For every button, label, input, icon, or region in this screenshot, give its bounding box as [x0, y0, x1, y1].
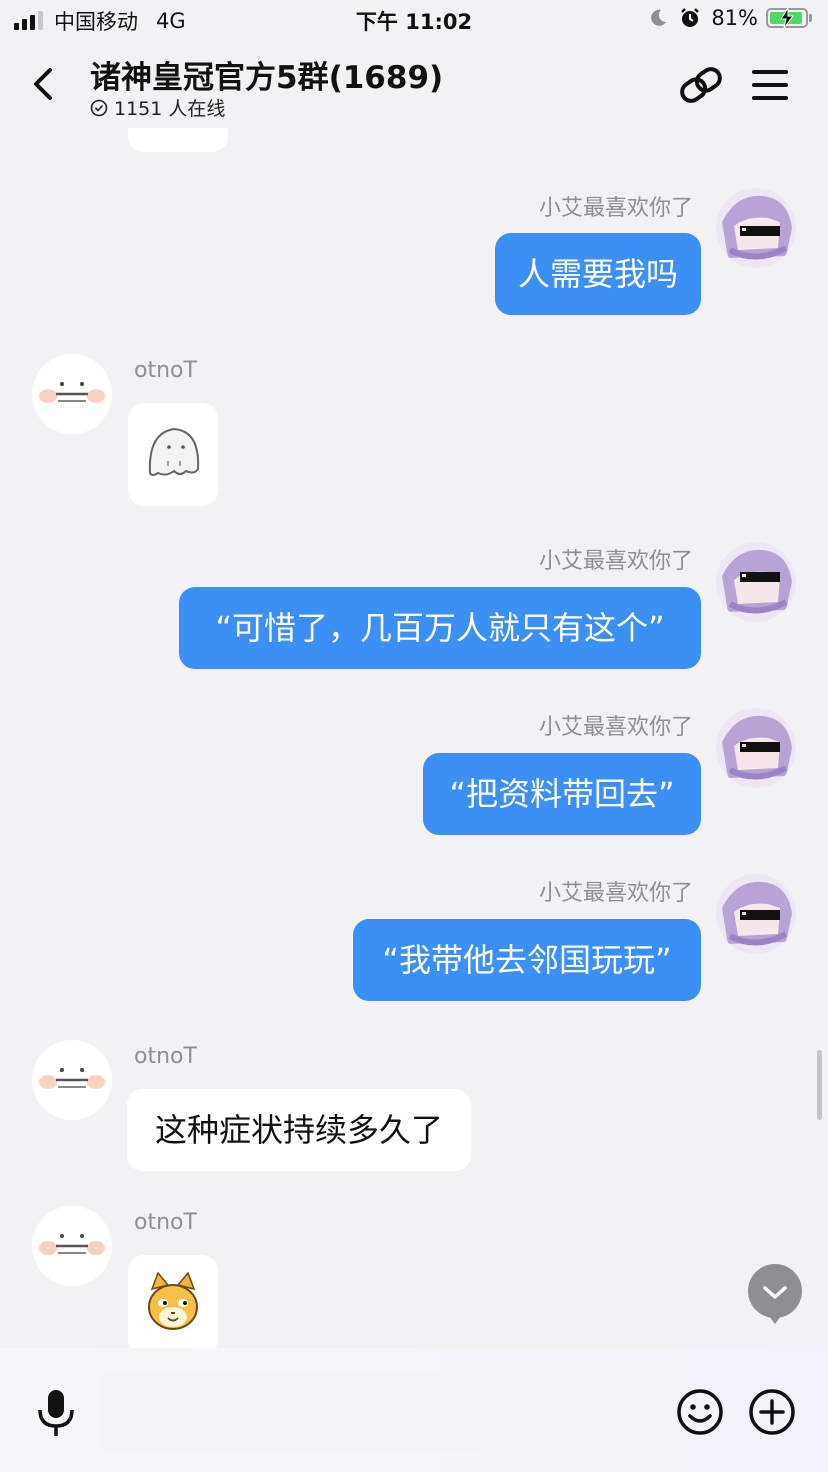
message-bubble[interactable]: “可惜了，几百万人就只有这个” [179, 587, 701, 669]
battery-cap [809, 14, 812, 22]
ghost-sticker-icon [148, 427, 200, 476]
avatar[interactable] [716, 542, 796, 622]
status-right: 81% [647, 6, 812, 30]
chat-header: 诸神皇冠官方5群(1689) 1151 人在线 [0, 44, 828, 128]
partial-sticker-card[interactable] [128, 128, 228, 152]
anime-avatar-icon [716, 874, 796, 954]
back-icon[interactable] [26, 62, 60, 106]
scroll-to-bottom-button[interactable] [748, 1264, 802, 1324]
cute-face-avatar-icon [32, 354, 112, 434]
sticker-card[interactable] [128, 1255, 218, 1348]
message-bubble[interactable]: “把资料带回去” [423, 753, 701, 835]
sender-name: otnoT [134, 358, 197, 383]
moon-icon [651, 9, 667, 26]
microphone-icon[interactable] [34, 1388, 78, 1438]
scrollbar-thumb[interactable] [817, 1050, 822, 1120]
cat-face-sticker-icon [148, 1271, 198, 1330]
sender-name: 小艾最喜欢你了 [538, 549, 693, 574]
online-status: 1151 人在线 [90, 94, 225, 121]
check-circle-icon [90, 99, 108, 116]
message-list[interactable]: 小艾最喜欢你了 人需要我吗 otnoT 小艾最喜欢你了 “可惜了，几百万人就只有… [0, 128, 828, 1348]
cute-face-avatar-icon [32, 1040, 112, 1120]
sender-name: otnoT [134, 1210, 197, 1235]
menu-icon[interactable] [750, 68, 790, 102]
anime-avatar-icon [716, 542, 796, 622]
message-bubble[interactable]: 这种症状持续多久了 [127, 1089, 471, 1171]
message-bubble[interactable]: 人需要我吗 [495, 233, 701, 315]
anime-avatar-icon [716, 188, 796, 268]
battery-percent: 81% [711, 6, 758, 30]
alarm-icon [681, 8, 700, 27]
avatar[interactable] [716, 188, 796, 268]
avatar[interactable] [716, 874, 796, 954]
chat-title: 诸神皇冠官方5群(1689) [90, 60, 444, 96]
avatar[interactable] [32, 1040, 112, 1120]
cute-face-avatar-icon [32, 1206, 112, 1286]
message-input[interactable] [100, 1370, 656, 1452]
avatar[interactable] [716, 708, 796, 788]
avatar[interactable] [32, 354, 112, 434]
link-icon[interactable] [676, 62, 726, 108]
emoji-icon[interactable] [676, 1388, 724, 1436]
sender-name: 小艾最喜欢你了 [538, 196, 693, 221]
battery-icon [766, 8, 808, 28]
message-bubble[interactable]: “我带他去邻国玩玩” [353, 919, 701, 1001]
sender-name: otnoT [134, 1044, 197, 1069]
plus-icon[interactable] [748, 1388, 796, 1436]
input-bar [0, 1348, 828, 1472]
anime-avatar-icon [716, 708, 796, 788]
avatar[interactable] [32, 1206, 112, 1286]
status-bar: 中国移动 4G 下午 11:02 81% [0, 0, 828, 44]
sticker-card[interactable] [128, 403, 218, 506]
sender-name: 小艾最喜欢你了 [538, 881, 693, 906]
online-count: 1151 人在线 [114, 98, 226, 120]
sender-name: 小艾最喜欢你了 [538, 715, 693, 740]
